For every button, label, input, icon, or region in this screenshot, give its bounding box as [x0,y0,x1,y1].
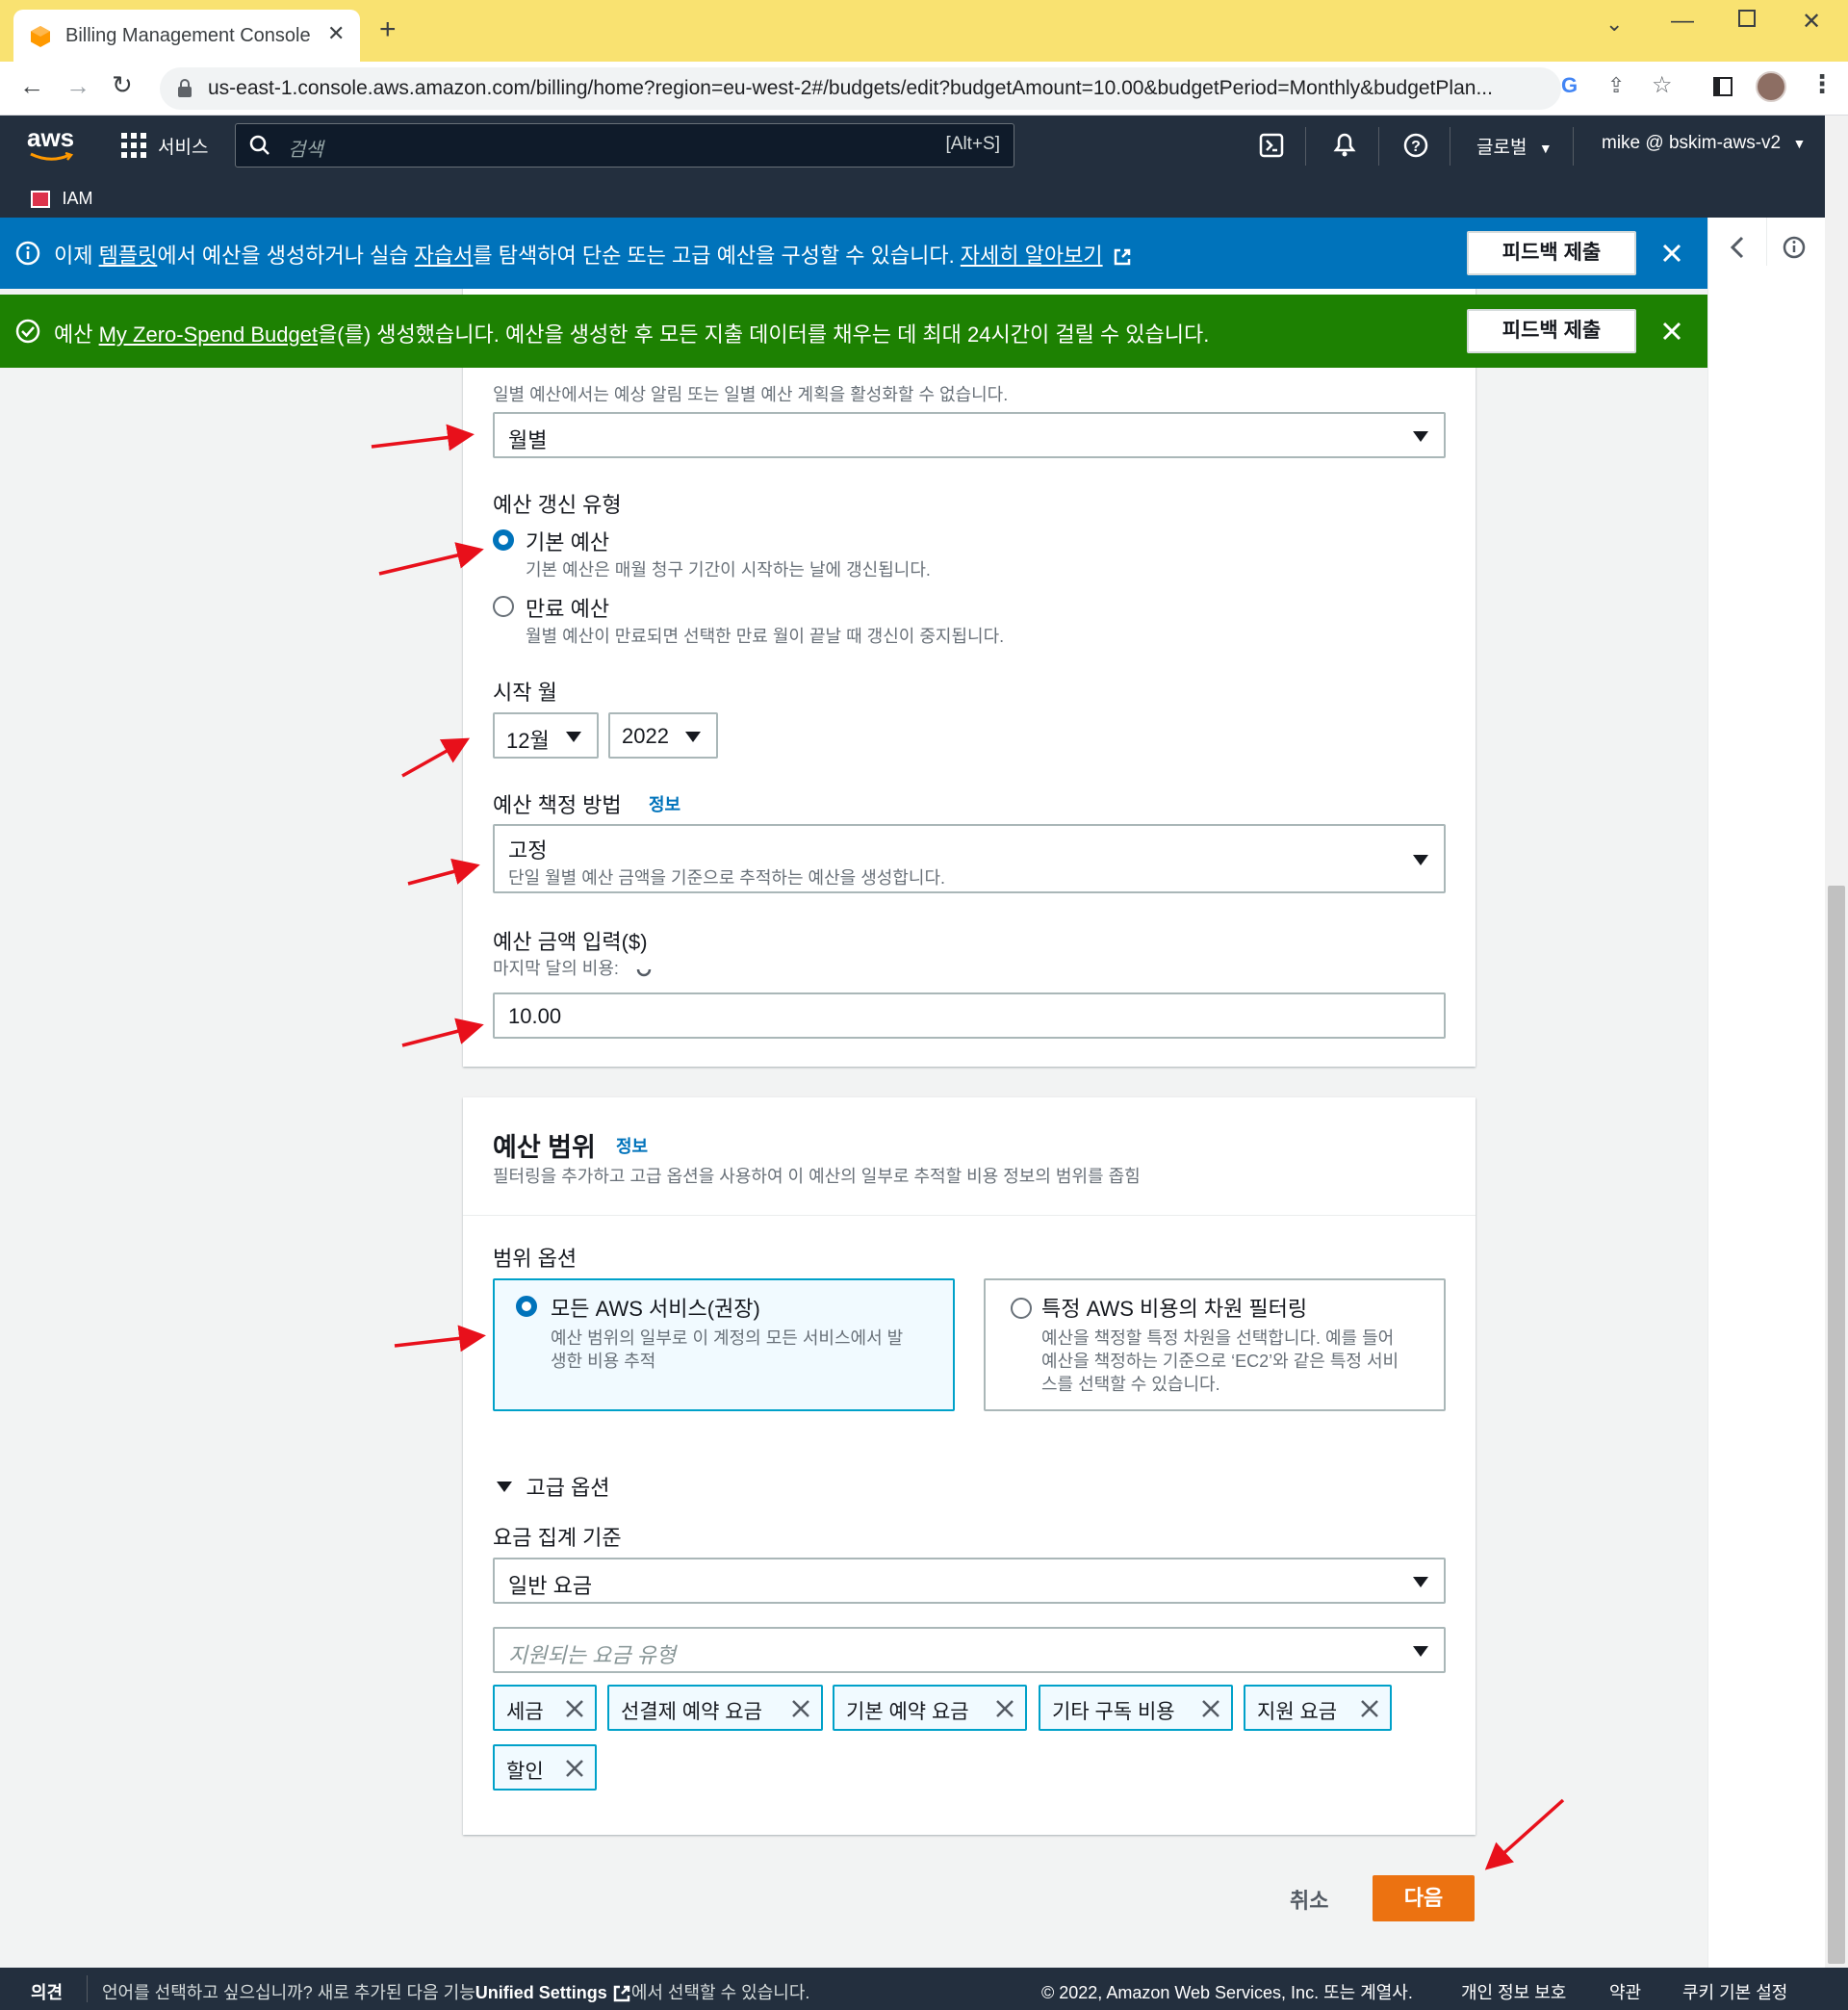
copyright: © 2022, Amazon Web Services, Inc. 또는 계열사… [1041,1983,1413,2002]
annotation-arrow [1484,1798,1565,1870]
privacy-link[interactable]: 개인 정보 보호 [1461,1979,1566,2004]
annotation-arrow [407,858,480,886]
console-footer: 의견 언어를 선택하고 싶으십니까? 새로 추가된 다음 기능Unified S… [0,1968,1848,2010]
terms-link[interactable]: 약관 [1609,1979,1641,2004]
annotation-arrow [401,737,471,778]
footer-text: 언어를 선택하고 싶으십니까? 새로 추가된 다음 기능 [102,1983,475,2002]
language-message: 언어를 선택하고 싶으십니까? 새로 추가된 다음 기능Unified Sett… [102,1979,809,2004]
annotation-arrow [401,1018,484,1047]
footer-text: 에서 선택할 수 있습니다. [630,1983,810,2002]
annotation-arrow [394,1325,486,1353]
annotation-arrow [371,424,475,451]
unified-settings-link[interactable]: Unified Settings [475,1983,607,2002]
feedback-link[interactable]: 의견 [31,1979,63,2004]
cookie-preferences-link[interactable]: 쿠키 기본 설정 [1682,1979,1787,2004]
external-link-icon [613,1986,630,2002]
footer-divider [87,1975,88,2002]
annotation-arrow [378,542,484,576]
annotation-arrows [371,424,1565,1870]
